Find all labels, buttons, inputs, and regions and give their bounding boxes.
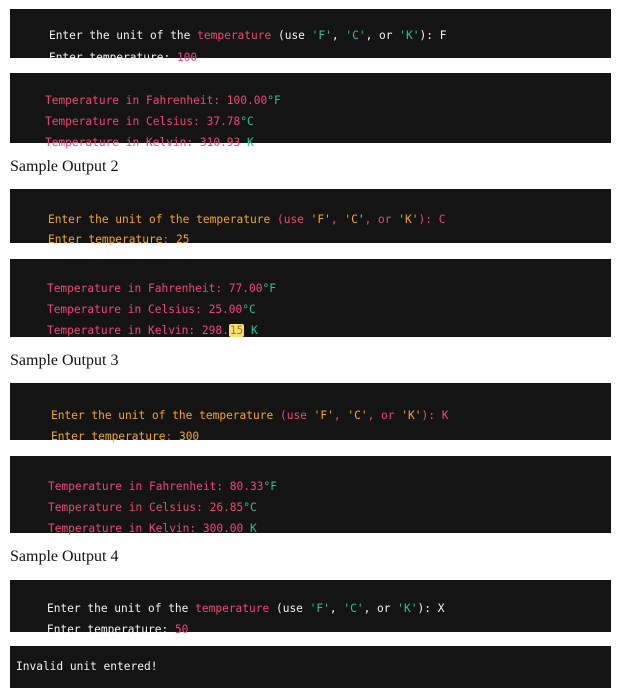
code-block-sample3-input: Enter the unit of the temperature (use '… bbox=[10, 383, 611, 443]
text-segment: , or bbox=[367, 409, 402, 422]
text-segment: 'C' bbox=[344, 213, 365, 226]
text-segment: Temperature in Kelvin: 300.00 bbox=[47, 522, 251, 535]
text-segment: (use bbox=[269, 602, 310, 615]
text-segment: ): X bbox=[417, 602, 445, 615]
highlighted-text: 15 bbox=[228, 324, 245, 337]
text-segment: ): C bbox=[418, 213, 446, 226]
heading-sample-output-3: Sample Output 3 bbox=[10, 352, 119, 369]
code-block-sample1-input: Enter the unit of the temperature (use '… bbox=[10, 9, 611, 64]
text-segment: K bbox=[247, 136, 254, 149]
text-segment: , or bbox=[363, 602, 398, 615]
text-segment: 'C' bbox=[347, 409, 368, 422]
text-segment: : bbox=[162, 233, 176, 246]
input-value-line: Enter temperature: 50 bbox=[20, 610, 188, 649]
text-segment: K bbox=[250, 522, 257, 535]
text-segment: 'K' bbox=[397, 602, 418, 615]
text-segment: : bbox=[165, 430, 179, 443]
text-segment: (use bbox=[276, 213, 311, 226]
text-segment: 'K' bbox=[401, 409, 422, 422]
text-segment: 'K' bbox=[398, 213, 419, 226]
text-segment: 'F' bbox=[310, 213, 331, 226]
text-segment: , bbox=[331, 29, 346, 42]
output-line-kelvin: Temperature in Kelvin: 298.15 K bbox=[20, 311, 258, 350]
text-segment: , or bbox=[364, 213, 399, 226]
text-segment: 25 bbox=[175, 233, 190, 246]
code-block-sample2-output: Temperature in Fahrenheit: 77.00°F Tempe… bbox=[10, 259, 611, 337]
text-segment: , bbox=[329, 602, 344, 615]
output-line-kelvin: Temperature in Kelvin: 310.93 K bbox=[18, 123, 254, 162]
text-segment: Temperature in Kelvin: 298. bbox=[46, 324, 229, 337]
text-segment: 'F' bbox=[309, 602, 330, 615]
text-segment: , bbox=[330, 213, 345, 226]
text-segment: Enter temperature: bbox=[46, 623, 175, 636]
text-segment: °F bbox=[262, 282, 276, 295]
input-value-line: Enter temperature: 25 bbox=[21, 220, 189, 259]
code-block-sample2-input: Enter the unit of the temperature (use '… bbox=[10, 189, 611, 246]
text-segment: Enter temperature: bbox=[48, 51, 177, 64]
heading-sample-output-4: Sample Output 4 bbox=[10, 548, 119, 565]
text-segment: 50 bbox=[174, 623, 189, 636]
text-segment: , bbox=[333, 409, 348, 422]
text-segment: 'K' bbox=[399, 29, 420, 42]
text-segment: Temperature in Kelvin: 310.93 bbox=[44, 136, 248, 149]
text-segment: temperature bbox=[195, 602, 270, 615]
text-segment: K bbox=[244, 324, 258, 337]
text-segment: temperature bbox=[197, 29, 272, 42]
text-segment: , or bbox=[365, 29, 400, 42]
text-segment: ): K bbox=[421, 409, 449, 422]
output-line-invalid: Invalid unit entered! bbox=[16, 660, 158, 673]
text-segment: °F bbox=[263, 480, 277, 493]
text-segment: Enter temperature bbox=[47, 233, 163, 246]
heading-sample-output-2: Sample Output 2 bbox=[10, 158, 119, 175]
output-line-kelvin: Temperature in Kelvin: 300.00 K bbox=[21, 509, 257, 548]
text-segment: 100 bbox=[176, 51, 198, 64]
code-block-sample1-output: Temperature in Fahrenheit: 100.00°F Temp… bbox=[10, 73, 611, 149]
code-block-sample3-output: Temperature in Fahrenheit: 80.33°F Tempe… bbox=[10, 456, 611, 535]
input-value-line: Enter temperature: 300 bbox=[24, 417, 199, 456]
code-block-sample4-input: Enter the unit of the temperature (use '… bbox=[10, 580, 611, 636]
text-segment: (use bbox=[279, 409, 314, 422]
text-segment: ): F bbox=[419, 29, 447, 42]
input-value-line: Enter temperature: 100 bbox=[22, 38, 197, 77]
text-segment: 'C' bbox=[345, 29, 366, 42]
text-segment: 'F' bbox=[311, 29, 332, 42]
text-segment: °F bbox=[267, 94, 281, 107]
text-segment: 'F' bbox=[313, 409, 334, 422]
code-block-sample4-output: Invalid unit entered! bbox=[10, 646, 611, 688]
text-segment: 300 bbox=[178, 430, 200, 443]
text-segment: 'C' bbox=[343, 602, 364, 615]
text-segment: Enter temperature bbox=[50, 430, 166, 443]
text-segment: (use bbox=[271, 29, 312, 42]
